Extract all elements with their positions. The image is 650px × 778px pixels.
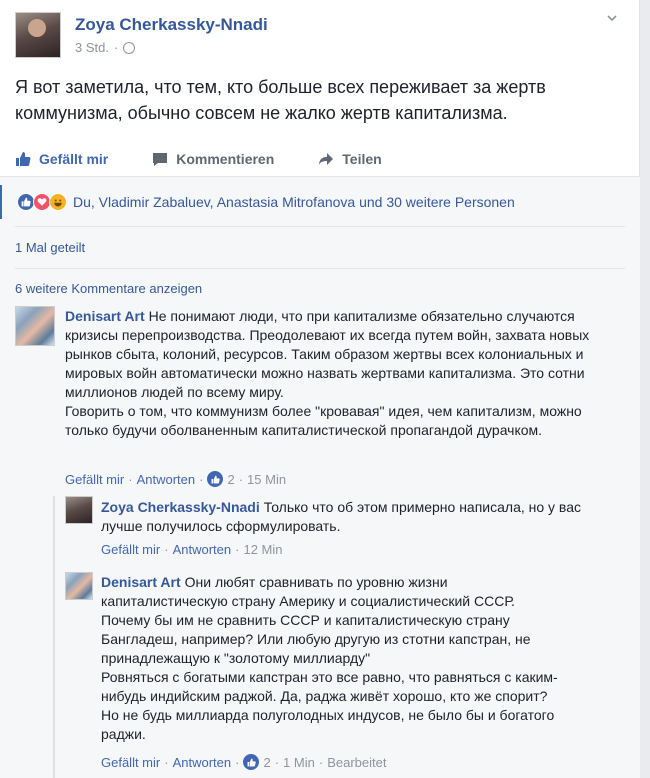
comment-icon <box>153 153 168 166</box>
comment-avatar[interactable] <box>15 306 55 346</box>
reply-avatar[interactable] <box>65 572 93 600</box>
reply-author[interactable]: Denisart Art <box>101 574 181 590</box>
author-avatar[interactable] <box>15 12 61 58</box>
globe-icon[interactable] <box>123 41 136 54</box>
share-label: Teilen <box>342 151 382 167</box>
reply-like-link[interactable]: Gefällt mir <box>101 542 160 557</box>
comment-text: Не понимают люди, что при капитализме об… <box>65 308 590 438</box>
comment-label: Kommentieren <box>176 151 275 167</box>
reply-reply-link[interactable]: Antworten <box>173 542 232 557</box>
comment-button[interactable]: Kommentieren <box>152 151 274 167</box>
comment-author[interactable]: Denisart Art <box>65 308 145 324</box>
edited-label[interactable]: Bearbeitet <box>327 755 386 770</box>
comment-time[interactable]: 15 Min <box>247 472 286 487</box>
replies-thread-line <box>53 496 55 778</box>
like-label: Gefällt mir <box>39 151 109 167</box>
more-comments-link[interactable]: 6 weitere Kommentare anzeigen <box>15 281 202 296</box>
thumbs-up-icon <box>243 754 260 770</box>
divider <box>15 268 625 269</box>
reply-like-link[interactable]: Gefällt mir <box>101 755 160 770</box>
post-time[interactable]: 3 Std. <box>75 40 109 55</box>
haha-reaction-icon <box>49 193 67 211</box>
reaction-names[interactable]: Du, Vladimir Zabaluev, Anastasia Mitrofa… <box>73 194 515 210</box>
reply-reply-link[interactable]: Antworten <box>173 755 232 770</box>
post-meta: 3 Std. · <box>75 40 136 55</box>
post-author[interactable]: Zoya Cherkassky-Nnadi <box>75 15 268 35</box>
reply-time[interactable]: 1 Min <box>283 755 315 770</box>
reply-time[interactable]: 12 Min <box>243 542 282 557</box>
separator-dot: · <box>113 40 119 55</box>
comment-like-link[interactable]: Gefällt mir <box>65 472 124 487</box>
reply-meta: Gefällt mir · Antworten · 12 Min <box>101 542 283 557</box>
reply-body: Zoya Cherkassky-Nnadi Только что об этом … <box>101 498 581 536</box>
comment-meta: Gefällt mir · Antworten · 2 · 15 Min <box>65 471 287 487</box>
comment-like-count[interactable]: 2 <box>207 471 235 487</box>
chevron-down-icon[interactable] <box>606 12 618 24</box>
divider <box>15 226 625 227</box>
post-text: Я вот заметила, что тем, кто больше всех… <box>15 77 546 123</box>
reply-text: Они любят сравнивать по уровню жизни кап… <box>101 574 558 742</box>
reply-author[interactable]: Zoya Cherkassky-Nnadi <box>101 499 260 515</box>
reply-like-count[interactable]: 2 <box>243 754 271 770</box>
like-button[interactable]: Gefällt mir <box>15 151 108 167</box>
action-bar: Gefällt mir Kommentieren Teilen <box>15 146 625 172</box>
post-card: Zoya Cherkassky-Nnadi 3 Std. · Я вот зам… <box>0 0 640 778</box>
reply-avatar[interactable] <box>65 496 93 524</box>
reactions-row[interactable]: Du, Vladimir Zabaluev, Anastasia Mitrofa… <box>0 185 640 219</box>
reply-body: Denisart Art Они любят сравнивать по уров… <box>101 573 561 744</box>
thumbs-up-icon <box>207 471 224 487</box>
reply-meta: Gefällt mir · Antworten · 2 · 1 Min · Be… <box>101 754 387 770</box>
shares-count[interactable]: 1 Mal geteilt <box>15 240 85 255</box>
comment-body: Denisart Art Не понимают люди, что при ка… <box>65 307 620 440</box>
comment-reply-link[interactable]: Antworten <box>137 472 196 487</box>
thumbs-up-icon <box>16 152 31 166</box>
share-button[interactable]: Teilen <box>318 151 382 167</box>
share-icon <box>319 153 334 165</box>
